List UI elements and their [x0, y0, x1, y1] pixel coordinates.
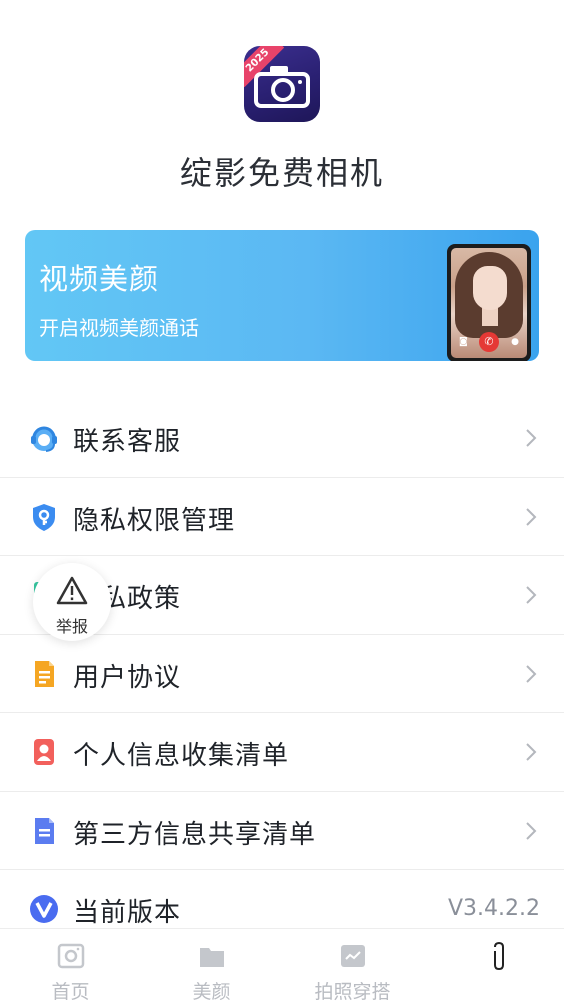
document-lines-icon	[35, 660, 54, 687]
tab-beauty[interactable]: 美颜	[141, 929, 282, 1004]
camera-switch-icon: ◙	[459, 337, 468, 347]
warning-icon	[56, 576, 88, 605]
camera-icon	[57, 943, 85, 969]
v-badge-icon	[30, 895, 58, 923]
banner-title: 视频美颜	[39, 262, 160, 296]
menu-item-label: 第三方信息共享清单	[73, 819, 317, 850]
chevron-right-icon	[526, 821, 537, 840]
image-icon	[341, 945, 365, 967]
folder-icon	[200, 948, 224, 967]
tab-label: 美颜	[192, 981, 231, 1003]
tab-home[interactable]: 首页	[0, 929, 141, 1004]
app-title: 绽影免费相机	[179, 154, 384, 192]
chevron-right-icon	[526, 507, 537, 526]
tab-photo-outfit[interactable]: 拍照穿搭	[282, 929, 423, 1004]
app-logo: 2025	[244, 46, 320, 122]
video-call-screen: ◙ ✆ ●	[451, 248, 527, 358]
hang-up-icon: ✆	[479, 332, 499, 352]
paperclip-icon	[494, 941, 504, 971]
document-lines-icon	[35, 817, 54, 844]
menu-item-label: 用户协议	[73, 662, 182, 693]
person-card-icon	[34, 739, 54, 765]
menu-item-personal-info-list[interactable]: 个人信息收集清单	[0, 713, 564, 792]
menu-item-label: 联系客服	[73, 427, 182, 457]
menu-item-label: 当前版本	[73, 898, 182, 928]
video-call-preview: ◙ ✆ ●	[447, 244, 531, 361]
portrait-face	[473, 266, 507, 310]
tab-label: 拍照穿搭	[314, 981, 391, 1003]
microphone-icon: ●	[511, 337, 519, 347]
video-beauty-banner[interactable]: 视频美颜 开启视频美颜通话 ◙ ✆ ●	[25, 230, 539, 361]
banner-subtitle: 开启视频美颜通话	[39, 316, 199, 340]
tab-label: 首页	[51, 981, 90, 1003]
camera-logo-icon	[254, 66, 310, 108]
shield-key-icon	[33, 503, 55, 531]
portrait-neck	[482, 308, 498, 326]
menu-item-third-party-sharing[interactable]: 第三方信息共享清单	[0, 792, 564, 870]
chevron-right-icon	[526, 743, 537, 761]
settings-menu: 联系客服 隐私权限管理 隐私政策 用户协议 个人信息收集清单 第三方信息共享清单…	[0, 399, 564, 949]
chevron-right-icon	[526, 429, 537, 447]
menu-item-user-agreement[interactable]: 用户协议	[0, 635, 564, 713]
tab-mine[interactable]	[423, 929, 564, 1004]
report-label: 举报	[55, 617, 88, 636]
headset-icon	[31, 426, 57, 452]
menu-item-contact-service[interactable]: 联系客服	[0, 399, 564, 478]
chevron-right-icon	[526, 586, 537, 604]
report-button[interactable]: 举报	[33, 563, 111, 641]
chevron-right-icon	[526, 664, 537, 683]
menu-item-label: 个人信息收集清单	[73, 741, 290, 771]
menu-item-label: 隐私权限管理	[73, 505, 236, 536]
menu-item-privacy-permissions[interactable]: 隐私权限管理	[0, 478, 564, 556]
version-value: V3.4.2.2	[447, 896, 540, 921]
bottom-tab-bar: 首页 美颜 拍照穿搭	[0, 928, 564, 1004]
app-header: 2025 绽影免费相机	[0, 0, 564, 210]
